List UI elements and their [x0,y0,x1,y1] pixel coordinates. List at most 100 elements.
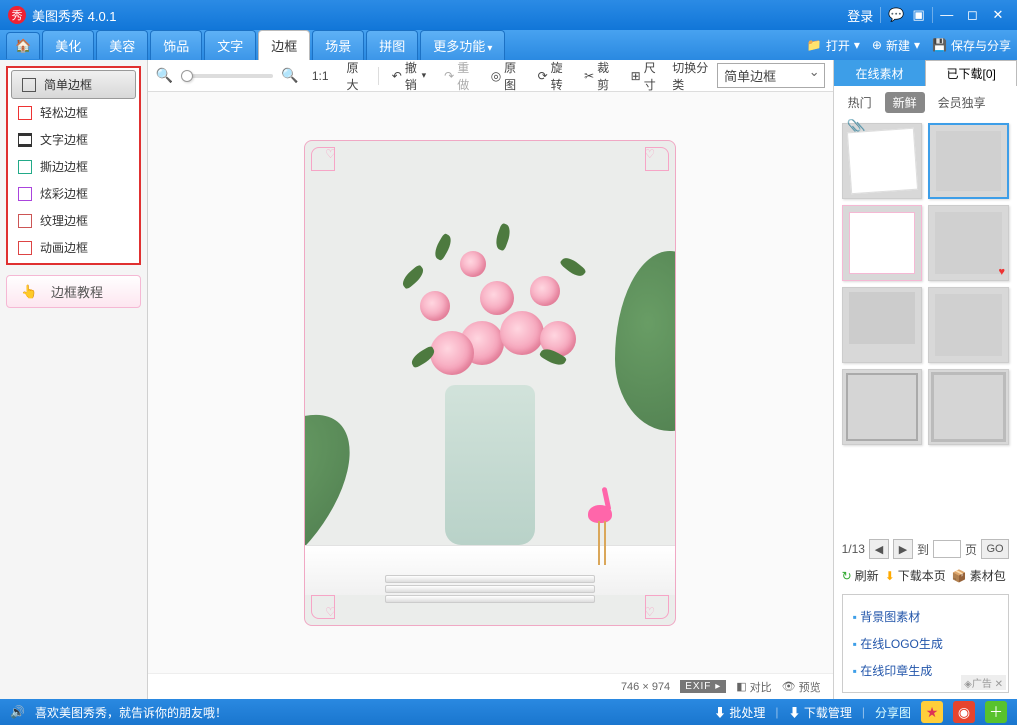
new-button[interactable]: ⊕新建▾ [872,37,920,54]
canvas-toolbar: 🔍 🔍 1:1 原大 ↶撤销▾ ↷重做 ◎原图 ⟳旋转 ✂裁剪 ⊞尺寸 切换分类… [148,60,833,92]
maximize-button[interactable]: ◻ [963,7,981,23]
filter-vip[interactable]: 会员独享 [930,92,994,113]
frame-thumb[interactable] [928,369,1009,445]
page-input[interactable] [933,540,961,558]
scissors-icon: ✂ [584,69,594,83]
sidebar-item-label: 简单边框 [44,76,92,93]
batch-button[interactable]: ⬇ 批处理 [714,704,765,721]
edited-image[interactable]: ♡ ♡ ♡ ♡ [304,140,676,626]
exif-button[interactable]: EXIF ▸ [680,680,726,693]
zoom-11-button[interactable]: 1:1 [307,66,334,86]
lines-icon [18,133,32,147]
sidebar-item-simple[interactable]: 简单边框 [11,70,136,99]
tab-text[interactable]: 文字 [204,30,256,60]
share-label: 分享图 [875,704,911,721]
page-next-button[interactable]: ▶ [893,539,913,559]
crop-button[interactable]: ✂裁剪 [579,56,618,96]
original-button[interactable]: ◎原图 [486,56,525,96]
zoom-in-icon[interactable]: 🔍 [281,67,298,84]
undo-icon: ↶ [392,69,402,83]
app-title: 美图秀秀 4.0.1 [32,6,117,25]
feedback-icon[interactable]: ▣ [912,7,924,23]
sidebar-item-label: 撕边边框 [40,158,88,175]
tab-frame[interactable]: 边框 [258,30,310,60]
frame-type-sidebar: 简单边框 轻松边框 文字边框 撕边边框 炫彩边框 纹理边框 动画边框 👆 边框教… [0,60,148,699]
minimize-button[interactable]: — [938,7,956,22]
materials-panel: 在线素材 已下载[0] 热门 新鲜 会员独享 1/13 ◀ ▶ 到 页 GO [833,60,1017,699]
tab-online-materials[interactable]: 在线素材 [834,60,926,86]
sidebar-item-label: 轻松边框 [40,104,88,121]
page-go-button[interactable]: GO [981,539,1009,559]
tutorial-button[interactable]: 👆 边框教程 [6,275,141,308]
filter-hot[interactable]: 热门 [840,92,880,113]
ad-badge[interactable]: ◈广告 ✕ [961,675,1006,690]
disk-icon: 💾 [932,38,947,52]
sidebar-item-tear[interactable]: 撕边边框 [8,153,139,180]
frame-category-dropdown[interactable]: 简单边框 [717,63,824,88]
sidebar-item-easy[interactable]: 轻松边框 [8,99,139,126]
square-icon [22,78,36,92]
zoom-original-button[interactable]: 原大 [342,56,370,96]
package-icon: 📦 [952,569,967,583]
square-icon [18,160,32,174]
preview-button[interactable]: 👁预览 [782,679,821,695]
compare-button[interactable]: ◧对比 [736,679,771,695]
sidebar-item-label: 炫彩边框 [40,185,88,202]
app-logo-icon: 秀 [8,6,26,24]
canvas-area: ♡ ♡ ♡ ♡ [148,92,833,673]
frame-thumb[interactable] [842,123,923,199]
ruler-icon: ⊞ [631,69,641,83]
open-button[interactable]: 📁打开▾ [807,37,860,54]
download-page-button[interactable]: ⬇下载本页 [885,567,946,584]
square-icon [18,106,32,120]
tab-downloaded[interactable]: 已下载[0] [925,60,1017,86]
link-bg-materials[interactable]: 背景图素材 [851,603,1000,630]
square-icon [18,187,32,201]
zoom-out-icon[interactable]: 🔍 [156,67,173,84]
tutorial-label: 边框教程 [51,282,103,301]
sidebar-item-texture[interactable]: 纹理边框 [8,207,139,234]
status-bar: 🔊 喜欢美图秀秀，就告诉你的朋友哦！ ⬇ 批处理 | ⬇ 下载管理 | 分享图 … [0,699,1017,725]
canvas-footer: 746 × 974 EXIF ▸ ◧对比 👁预览 [148,673,833,699]
undo-button[interactable]: ↶撤销▾ [387,56,431,96]
zoom-slider[interactable] [181,74,273,78]
sidebar-item-color[interactable]: 炫彩边框 [8,180,139,207]
download-manager-button[interactable]: ⬇ 下载管理 [789,704,852,721]
frame-thumb[interactable] [842,369,923,445]
rotate-button[interactable]: ⟳旋转 [533,56,572,96]
link-logo-gen[interactable]: 在线LOGO生成 [851,630,1000,657]
refresh-icon: ↻ [842,569,852,583]
chat-icon[interactable]: 💬 [888,7,904,23]
tab-beautify[interactable]: 美化 [42,30,94,60]
page-prev-button[interactable]: ◀ [869,539,889,559]
tab-beauty[interactable]: 美容 [96,30,148,60]
frame-thumb[interactable] [928,287,1009,363]
frame-thumb[interactable] [928,123,1009,199]
image-dimensions: 746 × 974 [621,681,670,693]
frame-thumb[interactable] [928,205,1009,281]
sidebar-item-label: 动画边框 [40,239,88,256]
plus-icon: ⊕ [872,38,882,52]
sidebar-item-text[interactable]: 文字边框 [8,126,139,153]
square-icon [18,214,32,228]
close-button[interactable]: ✕ [989,7,1007,23]
save-share-button[interactable]: 💾保存与分享 [932,37,1011,54]
login-button[interactable]: 登录 [847,6,873,25]
share-qzone-icon[interactable]: ★ [921,701,943,723]
share-add-icon[interactable]: ＋ [985,701,1007,723]
tab-home[interactable]: 🏠 [6,32,40,59]
frame-thumb[interactable] [842,287,923,363]
tab-ornament[interactable]: 饰品 [150,30,202,60]
refresh-button[interactable]: ↻刷新 [842,567,879,584]
material-pack-button[interactable]: 📦素材包 [952,567,1006,584]
folder-icon: 📁 [807,38,822,52]
filter-new[interactable]: 新鲜 [885,92,925,113]
sidebar-item-animation[interactable]: 动画边框 [8,234,139,261]
promo-links: 背景图素材 在线LOGO生成 在线印章生成 ◈广告 ✕ [842,594,1009,693]
size-button[interactable]: ⊞尺寸 [626,56,665,96]
frame-thumb[interactable] [842,205,923,281]
share-weibo-icon[interactable]: ◉ [953,701,975,723]
sidebar-item-label: 文字边框 [40,131,88,148]
hand-icon: 👆 [21,284,41,300]
redo-button[interactable]: ↷重做 [439,56,478,96]
